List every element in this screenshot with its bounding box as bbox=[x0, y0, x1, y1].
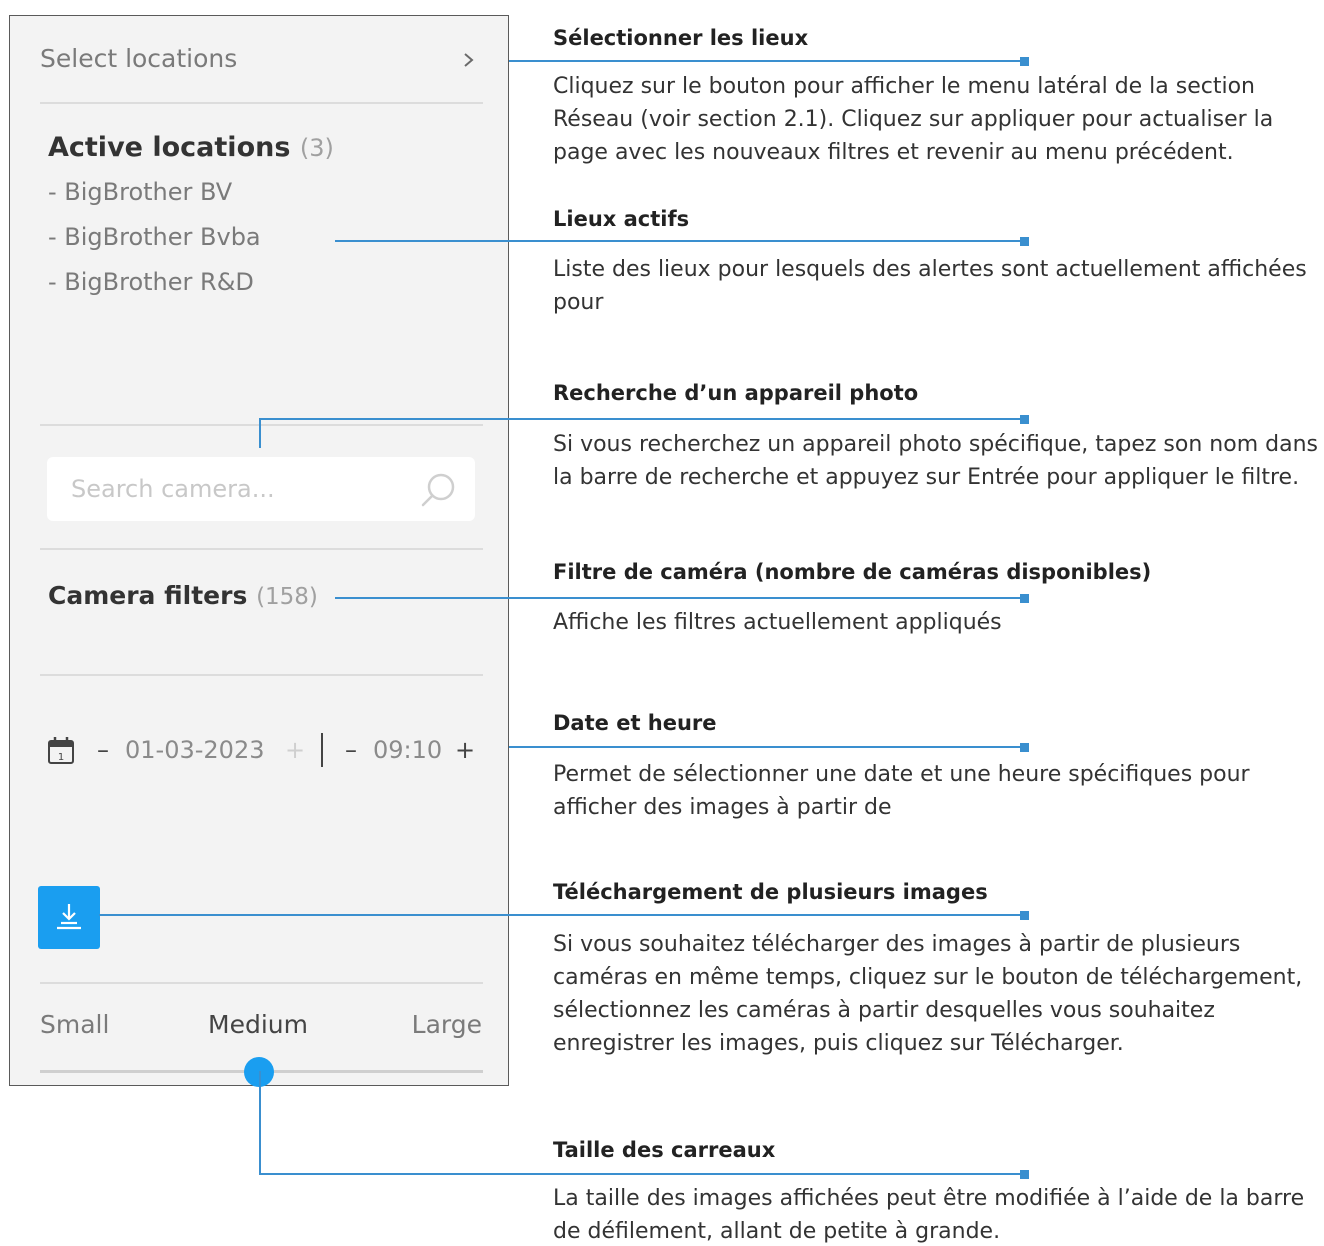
divider bbox=[40, 424, 483, 426]
chevron-right-icon bbox=[464, 53, 474, 67]
callout-marker bbox=[1020, 415, 1029, 424]
camera-sidebar-panel: Select locations Active locations (3) - … bbox=[9, 15, 509, 1087]
camera-filters-title: Camera filters bbox=[48, 581, 248, 610]
download-multiple-button[interactable] bbox=[38, 886, 100, 949]
divider bbox=[40, 982, 483, 984]
annotation-title-date-time: Date et heure bbox=[553, 711, 717, 735]
callout-line-date-time bbox=[509, 746, 1029, 748]
divider bbox=[40, 548, 483, 550]
callout-marker bbox=[1020, 237, 1029, 246]
search-camera-box bbox=[47, 457, 475, 521]
active-location-item: - BigBrother BV bbox=[48, 178, 233, 206]
time-value: 09:10 bbox=[373, 736, 443, 764]
active-locations-count: (3) bbox=[299, 134, 334, 162]
annotation-desc-search-camera: Si vous recherchez un appareil photo spé… bbox=[553, 432, 1318, 490]
callout-line-tile-size bbox=[259, 1173, 1029, 1175]
annotation-desc-tile-size: La taille des images affichées peut être… bbox=[553, 1186, 1305, 1244]
annotation-desc-date-time: Permet de sélectionner une date et une h… bbox=[553, 762, 1250, 820]
callout-line-tile-size-vertical bbox=[259, 1071, 261, 1174]
callout-marker bbox=[1020, 594, 1029, 603]
callout-line-camera-filters bbox=[335, 597, 1029, 599]
date-increment-button[interactable]: + bbox=[285, 731, 305, 769]
callout-line-search-camera-vertical bbox=[259, 418, 261, 448]
active-locations-title: Active locations bbox=[48, 132, 291, 163]
download-icon bbox=[57, 904, 81, 930]
tile-size-medium-label[interactable]: Medium bbox=[208, 1010, 308, 1039]
annotation-title-tile-size: Taille des carreaux bbox=[553, 1138, 776, 1162]
annotation-desc-select-locations: Cliquez sur le bouton pour afficher le m… bbox=[553, 74, 1274, 165]
date-value: 01-03-2023 bbox=[125, 736, 265, 764]
active-location-item: - BigBrother R&D bbox=[48, 268, 254, 296]
tile-size-large-label[interactable]: Large bbox=[412, 1010, 482, 1039]
time-decrement-button[interactable]: – bbox=[345, 731, 357, 769]
active-location-item: - BigBrother Bvba bbox=[48, 223, 261, 251]
annotation-title-download: Téléchargement de plusieurs images bbox=[553, 880, 988, 904]
svg-text:1: 1 bbox=[58, 752, 64, 763]
date-decrement-button[interactable]: – bbox=[97, 731, 109, 769]
tile-size-small-label[interactable]: Small bbox=[40, 1010, 109, 1039]
callout-marker bbox=[1020, 57, 1029, 66]
annotation-title-select-locations: Sélectionner les lieux bbox=[553, 26, 809, 50]
callout-marker bbox=[1020, 1170, 1029, 1179]
annotation-desc-camera-filters: Affiche les filtres actuellement appliqu… bbox=[553, 610, 1002, 635]
annotation-title-active-locations: Lieux actifs bbox=[553, 207, 690, 231]
date-time-separator bbox=[321, 733, 323, 767]
annotation-desc-active-locations: Liste des lieux pour lesquels des alerte… bbox=[553, 257, 1307, 315]
camera-filters-heading[interactable]: Camera filters (158) bbox=[48, 581, 318, 610]
calendar-icon[interactable]: 1 bbox=[47, 735, 75, 765]
annotation-desc-download: Si vous souhaitez télécharger des images… bbox=[553, 932, 1303, 1056]
select-locations-label: Select locations bbox=[40, 44, 238, 73]
callout-line-active-locations bbox=[335, 240, 1029, 242]
callout-line-search-camera bbox=[259, 418, 1029, 420]
callout-marker bbox=[1020, 911, 1029, 920]
divider bbox=[40, 674, 483, 676]
search-icon[interactable] bbox=[419, 470, 459, 510]
active-locations-heading: Active locations (3) bbox=[48, 132, 334, 163]
date-time-selector: 1 – 01-03-2023 + – 09:10 + bbox=[47, 731, 487, 771]
search-camera-input[interactable] bbox=[71, 471, 401, 507]
divider bbox=[40, 102, 483, 104]
select-locations-button[interactable]: Select locations bbox=[40, 42, 483, 80]
camera-filters-count: (158) bbox=[256, 584, 318, 610]
callout-line-download bbox=[99, 914, 1029, 916]
callout-line-select-locations bbox=[509, 60, 1029, 62]
annotation-title-search-camera: Recherche d’un appareil photo bbox=[553, 381, 919, 405]
callout-marker bbox=[1020, 743, 1029, 752]
annotation-title-camera-filters: Filtre de caméra (nombre de caméras disp… bbox=[553, 560, 1152, 584]
time-increment-button[interactable]: + bbox=[455, 731, 475, 769]
